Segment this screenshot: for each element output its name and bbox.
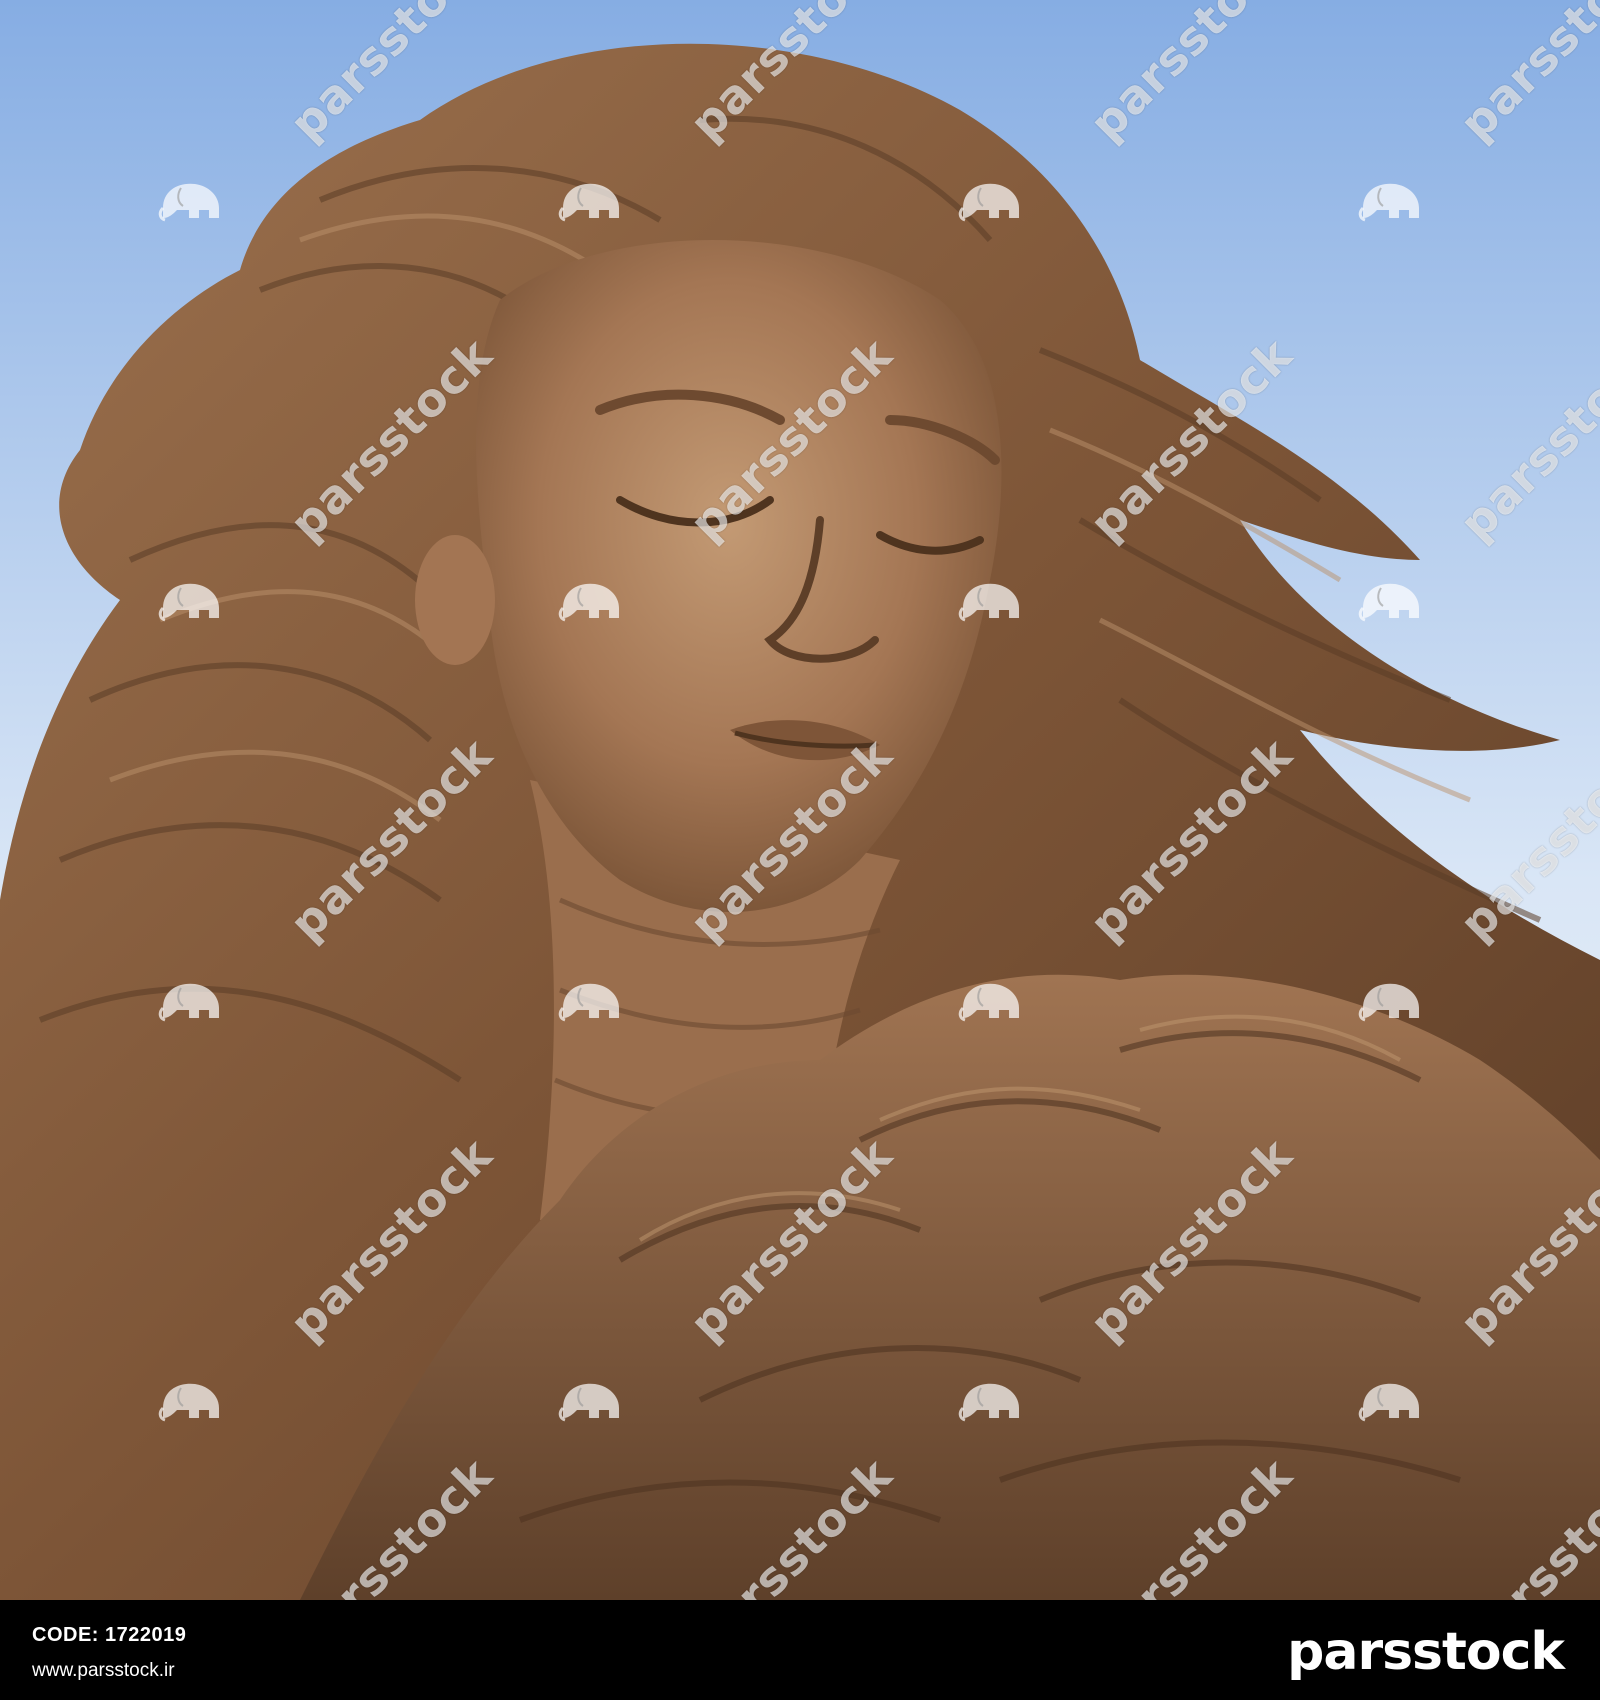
website-link[interactable]: www.parsstock.ir	[32, 1660, 175, 1682]
sculpture-illustration	[0, 0, 1600, 1600]
code-value: 1722019	[105, 1624, 187, 1646]
image-code: CODE: 1722019	[32, 1624, 186, 1647]
ear	[415, 535, 495, 665]
sand-sculpture-photo	[0, 0, 1600, 1600]
parsstock-logo: parsstock	[1287, 1622, 1565, 1682]
stock-photo-viewer: parsstock parsstock parsstock parsstock pars…	[0, 0, 1600, 1700]
footer-bar: CODE: 1722019 www.parsstock.ir parsstock	[0, 1600, 1600, 1700]
code-label: CODE:	[32, 1624, 99, 1646]
